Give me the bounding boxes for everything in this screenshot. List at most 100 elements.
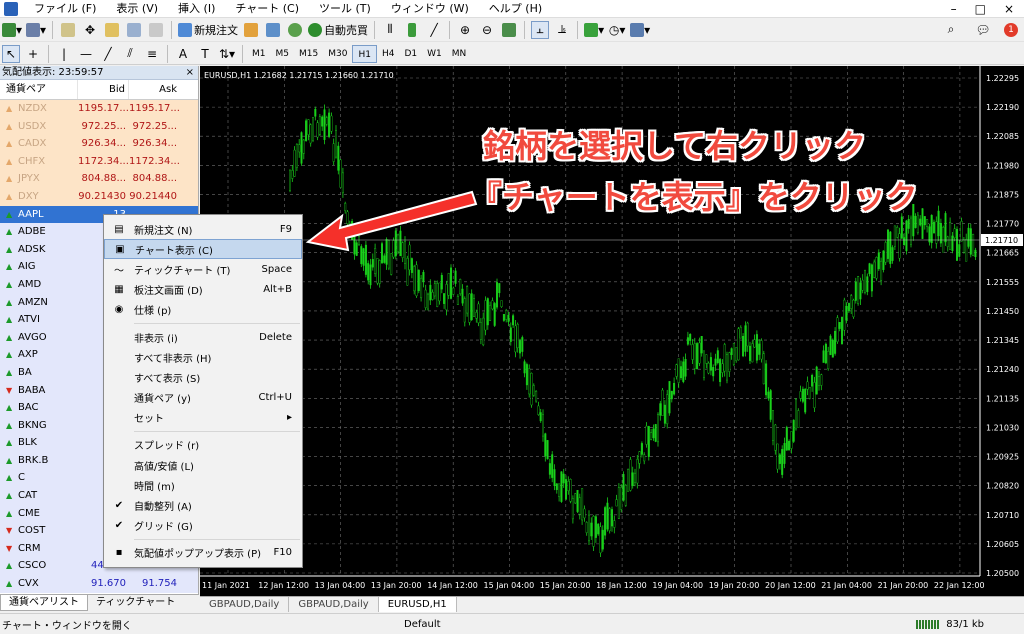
line-chart-icon[interactable]: ╱ — [425, 21, 443, 39]
symbol-row[interactable]: ▲ CVX 91.670 91.754 — [0, 575, 198, 593]
context-menu-item[interactable]: ✔ グリッド (G) — [104, 516, 302, 536]
candle-body — [330, 115, 333, 132]
column-header-bid[interactable]: Bid — [78, 80, 129, 99]
close-icon[interactable]: × — [1004, 2, 1014, 16]
new-order-button[interactable]: 新規注文 — [178, 21, 238, 39]
text-label-icon[interactable]: T — [196, 45, 214, 63]
fibonacci-icon[interactable]: ≡ — [143, 45, 161, 63]
terminal-icon[interactable] — [125, 21, 143, 39]
candle-body — [659, 403, 662, 416]
bar-chart-icon[interactable]: ⫴ — [381, 21, 399, 39]
timeframe-m5[interactable]: M5 — [271, 45, 295, 63]
candle-body — [473, 298, 476, 317]
context-menu-item[interactable]: ▦ 板注文画面 (D) Alt+B — [104, 280, 302, 300]
symbol-row[interactable]: ▲ CADX 926.34... 926.34... — [0, 135, 198, 153]
chat-icon[interactable]: 💬︎ — [974, 21, 992, 39]
context-menu-item[interactable]: すべて非表示 (H) — [104, 347, 302, 367]
menu-view[interactable]: 表示 (V) — [106, 0, 168, 18]
timeframe-h1[interactable]: H1 — [352, 44, 377, 63]
context-menu-item[interactable]: ▣ チャート表示 (C) — [104, 239, 302, 260]
close-icon[interactable]: × — [186, 66, 194, 80]
context-menu-item[interactable]: 通貨ペア (y) Ctrl+U — [104, 388, 302, 408]
menu-chart[interactable]: チャート (C) — [225, 0, 309, 18]
horizontal-line-icon[interactable]: — — [77, 45, 95, 63]
candle-body — [477, 303, 480, 324]
column-header-symbol[interactable]: 通貨ペア — [0, 80, 78, 99]
timeframe-h4[interactable]: H4 — [377, 45, 400, 63]
text-icon[interactable]: A — [174, 45, 192, 63]
templates-icon[interactable]: ▾ — [630, 21, 650, 39]
menu-help[interactable]: ヘルプ (H) — [479, 0, 552, 18]
zoom-out-icon[interactable]: ⊖ — [478, 21, 496, 39]
symbol-row[interactable]: ▲ NZDX 1195.17... 1195.17... — [0, 100, 198, 118]
indicators-icon[interactable]: ▾ — [584, 21, 604, 39]
auto-trading-button[interactable]: 自動売買 — [308, 21, 368, 39]
symbol-name: AMZN — [18, 296, 48, 308]
context-menu-item[interactable]: 高値/安値 (L) — [104, 455, 302, 475]
timeframe-m15[interactable]: M15 — [294, 45, 323, 63]
tester-icon[interactable] — [147, 21, 165, 39]
menu-window[interactable]: ウィンドウ (W) — [381, 0, 479, 18]
navigator-icon[interactable] — [103, 21, 121, 39]
zoom-in-icon[interactable]: ⊕ — [456, 21, 474, 39]
minimize-icon[interactable]: – — [951, 2, 957, 16]
tile-windows-icon[interactable] — [500, 21, 518, 39]
context-menu-item[interactable]: ◉ 仕様 (p) — [104, 300, 302, 320]
chart-tab-gbpaud-1[interactable]: GBPAUD,Daily — [200, 597, 290, 612]
new-chart-icon[interactable]: ▾ — [2, 21, 22, 39]
tab-symbols[interactable]: 通貨ペアリスト — [0, 595, 88, 611]
timeframe-mn[interactable]: MN — [447, 45, 472, 63]
context-menu-item[interactable]: 非表示 (i) Delete — [104, 327, 302, 347]
data-window-icon[interactable]: ✥ — [81, 21, 99, 39]
menu-file[interactable]: ファイル (F) — [24, 0, 106, 18]
symbol-row[interactable]: ▲ DXY 90.21430 90.21440 — [0, 187, 198, 206]
timeframe-m1[interactable]: M1 — [247, 45, 271, 63]
chart-tab-eurusd[interactable]: EURUSD,H1 — [378, 597, 457, 612]
profiles-icon[interactable]: ▾ — [26, 21, 46, 39]
cursor-icon[interactable]: ↖ — [2, 44, 20, 63]
context-menu-item[interactable]: 時間 (m) — [104, 475, 302, 495]
notification-badge[interactable]: 1 — [1004, 22, 1018, 37]
candle-body — [608, 508, 611, 532]
symbol-row[interactable]: ▲ CHFX 1172.34... 1172.34... — [0, 152, 198, 171]
candle-chart-icon[interactable] — [403, 21, 421, 39]
timeframe-m30[interactable]: M30 — [323, 45, 352, 63]
chart-shift-icon[interactable]: ⫠ — [531, 20, 550, 39]
vertical-line-icon[interactable]: | — [55, 45, 73, 63]
timeframe-d1[interactable]: D1 — [399, 45, 422, 63]
trendline-icon[interactable]: ╱ — [99, 45, 117, 63]
meta-editor-icon[interactable] — [242, 21, 260, 39]
market-watch-icon[interactable] — [59, 21, 77, 39]
candle-body — [795, 398, 798, 430]
chart-tab-gbpaud-2[interactable]: GBPAUD,Daily — [289, 597, 379, 612]
tab-tick-chart[interactable]: ティックチャート — [88, 595, 183, 611]
candle-body — [500, 300, 503, 307]
search-icon[interactable]: ⌕ — [942, 21, 960, 39]
signals-icon[interactable] — [286, 21, 304, 39]
periods-icon[interactable]: ◷▾ — [608, 21, 626, 39]
menu-tools[interactable]: ツール (T) — [309, 0, 381, 18]
context-menu-item[interactable]: ✔ 自動整列 (A) — [104, 495, 302, 515]
restore-icon[interactable]: □ — [975, 2, 986, 16]
context-menu-item[interactable]: 〜ティックチャート (T) Space — [104, 259, 302, 279]
candle-body — [951, 235, 954, 252]
symbol-row[interactable]: ▲ JPYX 804.88... 804.88... — [0, 170, 198, 188]
context-menu-item[interactable]: スプレッド (r) — [104, 435, 302, 455]
candle-body — [880, 260, 883, 281]
context-menu-item[interactable]: ▪ 気配値ポップアップ表示 (P) F10 — [104, 543, 302, 563]
crosshair-icon[interactable]: + — [24, 45, 42, 63]
timeframe-w1[interactable]: W1 — [422, 45, 447, 63]
channel-icon[interactable]: ⫽ — [121, 45, 139, 63]
trade-icon[interactable] — [264, 21, 282, 39]
menu-insert[interactable]: 挿入 (I) — [168, 0, 225, 18]
arrows-icon[interactable]: ⇅▾ — [218, 45, 236, 63]
context-menu-item[interactable]: セット ▸ — [104, 408, 302, 428]
context-menu-item[interactable]: すべて表示 (S) — [104, 367, 302, 387]
context-menu-item[interactable]: ▤ 新規注文 (N) F9 — [104, 219, 302, 239]
candle-body — [781, 449, 784, 475]
column-header-ask[interactable]: Ask — [129, 80, 180, 99]
candle-body — [424, 289, 427, 308]
status-message: チャート・ウィンドウを開く — [2, 620, 132, 632]
symbol-row[interactable]: ▲ USDX 972.25... 972.25... — [0, 117, 198, 136]
autoscroll-icon[interactable]: ⫡ — [553, 21, 571, 39]
